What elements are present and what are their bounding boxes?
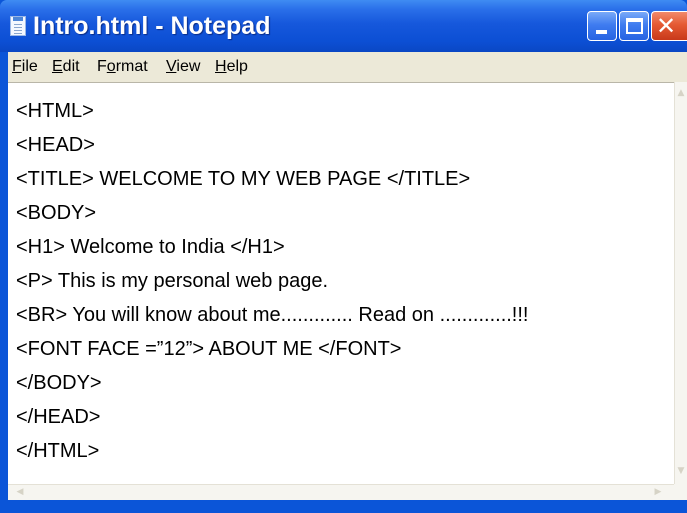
text-line: </BODY> bbox=[16, 372, 102, 394]
notepad-window: Intro.html - Notepad ✕ File Edit Format … bbox=[0, 0, 687, 513]
maximize-button[interactable] bbox=[619, 11, 649, 41]
minimize-button[interactable] bbox=[587, 11, 617, 41]
menu-bar: File Edit Format View Help bbox=[8, 52, 687, 82]
text-line: <BODY> bbox=[16, 202, 97, 224]
document-text: <HTML> <HEAD> <TITLE> WELCOME TO MY WEB … bbox=[16, 94, 528, 468]
horizontal-scrollbar[interactable]: ◀ ▶ bbox=[8, 484, 674, 500]
close-button[interactable]: ✕ bbox=[651, 11, 687, 41]
menu-edit[interactable]: Edit bbox=[52, 58, 80, 76]
minimize-icon bbox=[596, 30, 607, 34]
text-line: <HTML> bbox=[16, 100, 94, 122]
menu-help[interactable]: Help bbox=[215, 58, 248, 76]
window-frame-bottom bbox=[0, 500, 687, 513]
menu-format[interactable]: Format bbox=[97, 58, 148, 76]
text-line: <HEAD> bbox=[16, 134, 95, 156]
text-line: <BR> You will know about me.............… bbox=[16, 304, 529, 326]
text-line: </HEAD> bbox=[16, 406, 101, 428]
text-line: <FONT FACE =”12”> ABOUT ME </FONT> bbox=[16, 338, 402, 360]
vertical-scrollbar[interactable]: ▲ ▼ bbox=[674, 82, 687, 484]
text-line: <P> This is my personal web page. bbox=[16, 270, 329, 292]
title-bar[interactable]: Intro.html - Notepad ✕ bbox=[0, 0, 687, 52]
menu-file[interactable]: File bbox=[12, 58, 38, 76]
text-line: <TITLE> WELCOME TO MY WEB PAGE </TITLE> bbox=[16, 168, 471, 190]
window-title: Intro.html - Notepad bbox=[33, 12, 271, 40]
resize-grip[interactable] bbox=[674, 484, 687, 500]
scroll-down-arrow-icon[interactable]: ▼ bbox=[675, 462, 687, 480]
scroll-up-arrow-icon[interactable]: ▲ bbox=[675, 84, 687, 102]
menu-view[interactable]: View bbox=[166, 58, 200, 76]
close-icon: ✕ bbox=[656, 12, 677, 40]
text-editor-area[interactable]: <HTML> <HEAD> <TITLE> WELCOME TO MY WEB … bbox=[8, 82, 674, 484]
text-line: <H1> Welcome to India </H1> bbox=[16, 236, 285, 258]
text-line: </HTML> bbox=[16, 440, 100, 462]
notepad-icon[interactable] bbox=[10, 16, 26, 36]
maximize-icon bbox=[626, 18, 643, 34]
scroll-left-arrow-icon[interactable]: ◀ bbox=[12, 485, 28, 500]
scroll-right-arrow-icon[interactable]: ▶ bbox=[650, 485, 666, 500]
